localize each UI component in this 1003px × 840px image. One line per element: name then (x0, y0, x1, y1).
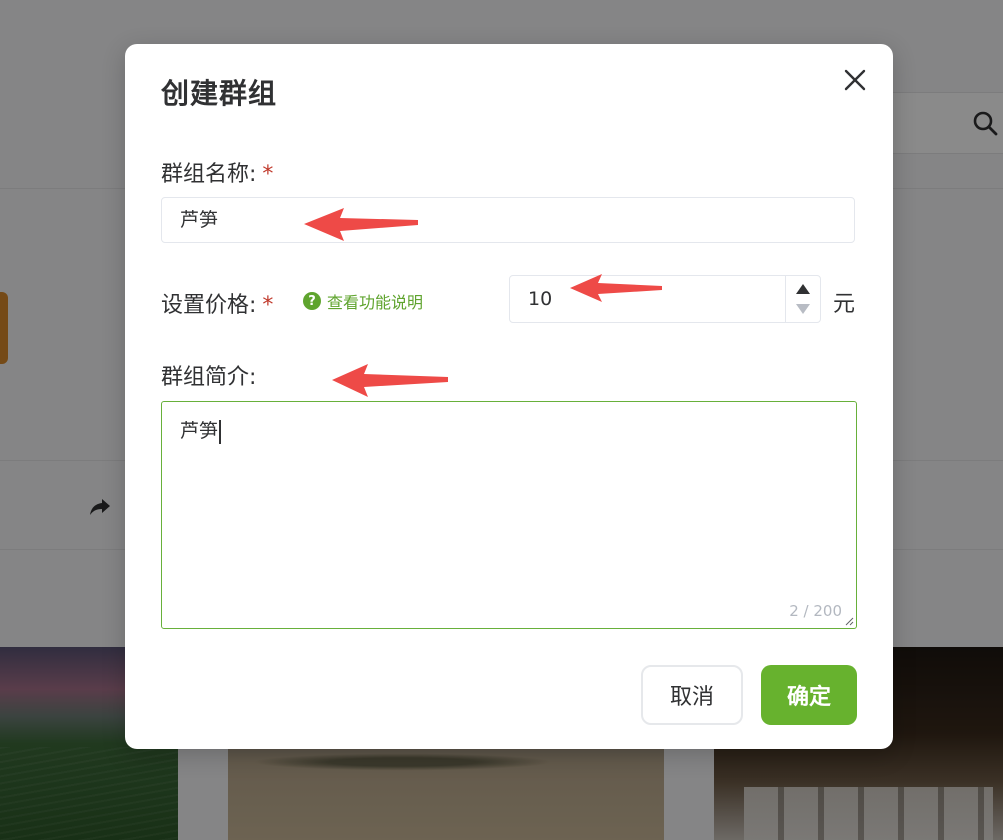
dialog-title: 创建群组 (161, 77, 278, 110)
confirm-button[interactable]: 确定 (761, 665, 857, 725)
price-label: 设置价格: * (161, 287, 273, 319)
price-stepper (785, 276, 820, 322)
feature-help-link[interactable]: ? 查看功能说明 (303, 289, 423, 313)
annotation-arrow-icon (304, 208, 418, 241)
increment-arrow-icon[interactable] (796, 284, 810, 294)
cancel-button[interactable]: 取消 (641, 665, 743, 725)
group-intro-value: 芦笋 (180, 416, 222, 444)
price-unit: 元 (833, 292, 856, 317)
resize-handle-icon[interactable] (844, 616, 854, 626)
group-name-input[interactable]: 芦笋 (161, 197, 855, 243)
group-name-label: 群组名称: * (161, 156, 273, 188)
group-intro-text: 芦笋 (180, 420, 219, 442)
group-name-label-text: 群组名称: (161, 162, 257, 187)
close-icon[interactable] (841, 66, 869, 94)
required-mark: * (262, 293, 274, 318)
question-circle-icon: ? (303, 292, 321, 310)
create-group-dialog: 创建群组 群组名称: * 芦笋 设置价格: * ? 查看功能说明 10 元 群组简介… (125, 44, 893, 749)
feature-help-text: 查看功能说明 (327, 293, 424, 312)
price-label-text: 设置价格: (161, 293, 257, 318)
price-value: 10 (528, 288, 553, 310)
group-intro-label-text: 群组简介: (161, 365, 257, 390)
char-counter: 2 / 200 (789, 602, 842, 620)
group-intro-label: 群组简介: (161, 359, 256, 391)
annotation-arrow-icon (570, 274, 662, 302)
decrement-arrow-icon[interactable] (796, 304, 810, 314)
text-caret (219, 419, 222, 444)
annotation-arrow-icon (332, 364, 448, 397)
group-intro-textarea[interactable]: 芦笋 2 / 200 (161, 401, 857, 629)
required-mark: * (262, 162, 274, 187)
